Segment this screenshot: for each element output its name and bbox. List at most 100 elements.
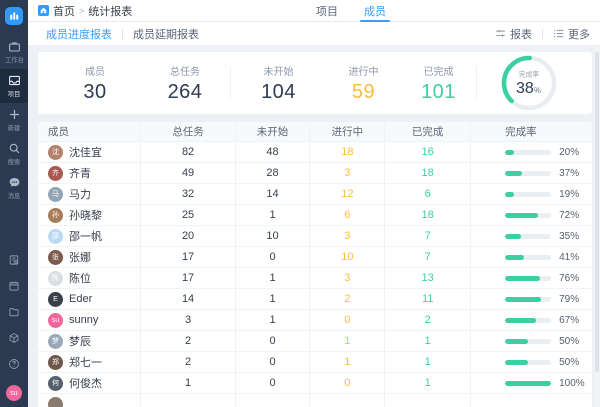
scrollbar-thumb[interactable] [595, 52, 599, 372]
report-subtabs: 成员进度报表 成员延期报表 [46, 26, 199, 42]
sidebar-item-projects[interactable]: 项目 [0, 69, 28, 103]
cell-in-progress: 3 [309, 163, 384, 183]
progress-bar [505, 381, 551, 386]
more-button[interactable]: 更多 [553, 26, 590, 42]
cell-in-progress: 18 [309, 142, 384, 162]
cell-completed: 2 [384, 310, 470, 330]
progress-bar [505, 234, 551, 239]
member-avatar: 孙 [48, 208, 63, 223]
breadcrumb: 首页 > 统计报表 [38, 3, 132, 19]
rate-label: 41% [559, 252, 579, 263]
progress-bar [505, 297, 551, 302]
cell-not-started: 1 [235, 205, 310, 225]
user-avatar[interactable]: su [6, 385, 22, 401]
cell-in-progress: 3 [309, 268, 384, 288]
member-avatar [48, 397, 63, 407]
member-name: 齐青 [69, 165, 91, 181]
sidebar-item-label: 新建 [8, 124, 21, 133]
column-header-completed: 已完成 [384, 122, 470, 141]
cell-in-progress: 10 [309, 247, 384, 267]
sidebar-item-search[interactable]: 搜索 [0, 137, 28, 171]
cell-not-started [235, 394, 310, 407]
sidebar-item-workbench[interactable]: 工作台 [0, 35, 28, 69]
search-icon [8, 142, 21, 155]
sidebar-item-new[interactable]: 新建 [0, 103, 28, 137]
cell-in-progress: 0 [309, 310, 384, 330]
cell-completed: 18 [384, 163, 470, 183]
member-name: 梦辰 [69, 333, 91, 349]
cell-not-started: 1 [235, 289, 310, 309]
table-row[interactable] [38, 394, 592, 407]
cube-icon[interactable] [8, 327, 20, 353]
sidebar-item-label: 消息 [8, 192, 21, 201]
cell-total: 25 [140, 205, 234, 225]
cell-in-progress: 0 [309, 373, 384, 393]
member-name: 郑七一 [69, 354, 102, 370]
member-avatar: E [48, 292, 63, 307]
table-row[interactable]: 沈 沈佳宜 82 48 18 16 20% [38, 142, 592, 163]
member-name: 马力 [69, 186, 91, 202]
calendar-icon[interactable] [8, 275, 20, 301]
report-icon[interactable] [8, 249, 20, 275]
cell-not-started: 48 [235, 142, 310, 162]
cell-in-progress [309, 394, 384, 407]
stat-not-started: 未开始 104 [231, 63, 326, 104]
tab-members[interactable]: 成员 [364, 0, 386, 22]
rate-label: 50% [559, 336, 579, 347]
home-icon[interactable] [38, 5, 49, 16]
table-row[interactable]: 郑 郑七一 2 0 1 1 50% [38, 352, 592, 373]
column-header-not-started: 未开始 [235, 122, 310, 141]
table-row[interactable]: 齐 齐青 49 28 3 18 37% [38, 163, 592, 184]
help-icon[interactable] [8, 353, 20, 379]
table-row[interactable]: 张 张娜 17 0 10 7 41% [38, 247, 592, 268]
cell-in-progress: 1 [309, 331, 384, 351]
cell-completed: 7 [384, 247, 470, 267]
member-name: 孙晓黎 [69, 207, 102, 223]
gauge-value: 38 [516, 80, 534, 97]
member-table-card: 成员 总任务 未开始 进行中 已完成 完成率 沈 沈佳宜 82 48 18 16… [38, 122, 592, 407]
breadcrumb-home[interactable]: 首页 [53, 3, 75, 19]
app-logo-icon[interactable] [5, 7, 23, 25]
report-view-button[interactable]: 报表 [495, 26, 532, 42]
table-row[interactable]: 孙 孙晓黎 25 1 6 18 72% [38, 205, 592, 226]
progress-bar [505, 171, 551, 176]
member-avatar: 何 [48, 376, 63, 391]
report-view-icon [495, 28, 506, 39]
cell-in-progress: 3 [309, 226, 384, 246]
message-icon [8, 176, 21, 189]
subtab-member-delay[interactable]: 成员延期报表 [133, 26, 199, 42]
progress-bar [505, 150, 551, 155]
rate-label: 19% [559, 189, 579, 200]
sidebar-item-label: 项目 [8, 90, 21, 99]
table-row[interactable]: 马 马力 32 14 12 6 19% [38, 184, 592, 205]
table-row[interactable]: 陈 陈位 17 1 3 13 76% [38, 268, 592, 289]
column-header-member: 成员 [38, 122, 140, 141]
tab-projects[interactable]: 项目 [316, 0, 338, 22]
table-row[interactable]: 邵 邵一帆 20 10 3 7 35% [38, 226, 592, 247]
table-row[interactable]: 梦 梦辰 2 0 1 1 50% [38, 331, 592, 352]
cell-completed: 1 [384, 331, 470, 351]
toolbar: 成员进度报表 成员延期报表 报表 更多 [28, 22, 600, 46]
scrollbar-track[interactable] [594, 46, 600, 407]
cell-not-started: 1 [235, 310, 310, 330]
table-row[interactable]: su sunny 3 1 0 2 67% [38, 310, 592, 331]
member-avatar: 邵 [48, 229, 63, 244]
rate-label: 50% [559, 357, 579, 368]
cell-not-started: 1 [235, 268, 310, 288]
stat-total-tasks: 总任务 264 [140, 63, 230, 104]
stat-in-progress: 进行中 59 [326, 63, 401, 104]
cell-in-progress: 1 [309, 352, 384, 372]
member-avatar: 张 [48, 250, 63, 265]
folder-icon[interactable] [8, 301, 20, 327]
cell-completed: 16 [384, 142, 470, 162]
table-row[interactable]: E Eder 14 1 2 11 79% [38, 289, 592, 310]
progress-bar [505, 255, 551, 260]
member-name: Eder [69, 293, 92, 305]
sidebar-item-messages[interactable]: 消息 [0, 171, 28, 205]
subtab-member-progress[interactable]: 成员进度报表 [46, 26, 112, 42]
cell-completed: 11 [384, 289, 470, 309]
member-name: 何俊杰 [69, 375, 102, 391]
table-row[interactable]: 何 何俊杰 1 0 0 1 100% [38, 373, 592, 394]
cell-total: 14 [140, 289, 234, 309]
projects-icon [8, 74, 21, 87]
